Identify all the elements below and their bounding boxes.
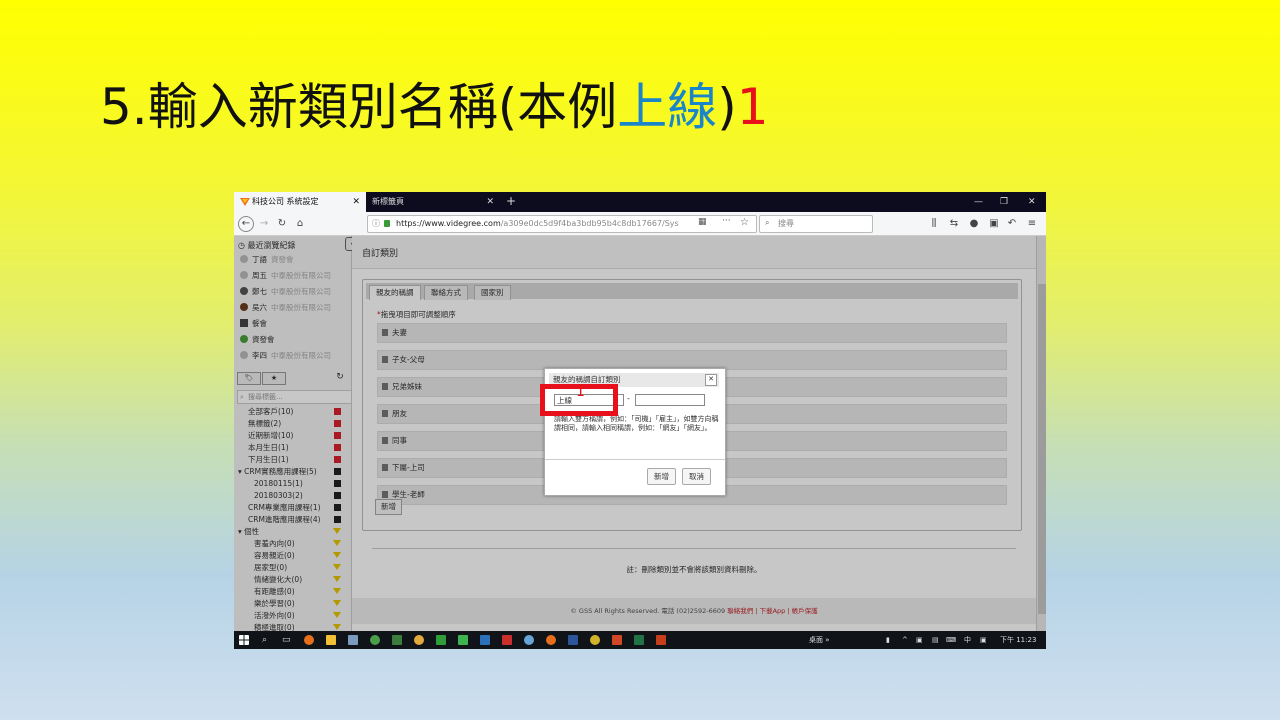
chat-icon[interactable]: ▤: [932, 631, 939, 649]
battery-icon[interactable]: ▮: [886, 631, 890, 649]
vivaldi-icon[interactable]: [502, 635, 512, 645]
powerpoint-icon[interactable]: [656, 635, 666, 645]
windows-start-icon[interactable]: [239, 635, 249, 645]
qr-code-icon[interactable]: ▦: [698, 217, 707, 227]
sync-icon[interactable]: ⇆: [948, 216, 960, 231]
undo-icon[interactable]: ↶: [1006, 216, 1018, 231]
page-content: ◷ 最近瀏覽紀錄 丁語 資發會 周五 中泰股份有限公司 鄭七 中泰股份有限公司 吳六中…: [234, 236, 1046, 631]
file-explorer-icon[interactable]: [326, 635, 336, 645]
title-highlight: 上線: [617, 78, 718, 136]
app-icon[interactable]: [392, 635, 402, 645]
firefox-icon[interactable]: [304, 635, 314, 645]
maximize-button[interactable]: ❐: [1000, 192, 1008, 212]
close-window-button[interactable]: ✕: [1028, 192, 1036, 212]
wechat-icon[interactable]: [458, 635, 468, 645]
slide-title: 5.輸入新類別名稱(本例上線)1: [100, 70, 769, 144]
word-icon[interactable]: [568, 635, 578, 645]
dialog-close-icon[interactable]: ✕: [705, 374, 717, 386]
chat-icon[interactable]: ●: [968, 216, 980, 231]
ime-mode-icon[interactable]: ▣: [980, 631, 987, 649]
task-view-icon[interactable]: ▭: [282, 631, 291, 649]
forward-arrow-icon[interactable]: →: [258, 216, 270, 231]
url-text: https://www.videgree.com/a309e0dc5d9f4ba…: [396, 219, 679, 228]
field-dash: -: [627, 394, 630, 403]
screenshot-icon[interactable]: ▣: [988, 216, 1000, 231]
dialog-hint: 請輸入雙方稱謂，例如：「司機」「雇主」，如雙方向稱謂相同，請輸入相同稱謂，例如：…: [554, 415, 719, 432]
tab-label: 新標籤頁: [372, 197, 404, 206]
nav-bar: ← → ↻ ⌂ ⓘ https://www.videgree.com/a309e…: [234, 212, 1046, 236]
title-main: 5.輸入新類別名稱(本例: [100, 78, 618, 136]
desktop-label[interactable]: 桌面 »: [809, 631, 830, 649]
search-icon[interactable]: ⌕: [262, 631, 267, 649]
firefox-icon[interactable]: [546, 635, 556, 645]
minimize-button[interactable]: —: [974, 192, 983, 212]
clock[interactable]: 下午 11:23: [1000, 631, 1036, 649]
chrome-icon[interactable]: [414, 635, 424, 645]
notepad-icon[interactable]: [348, 635, 358, 645]
windows-taskbar: ⌕ ▭ 桌面 » ▮ ^ ▣ ▤ ⌨ 中 ▣ 下午 11:23: [234, 631, 1046, 649]
dialog-cancel-button[interactable]: 取消: [682, 468, 711, 485]
library-icon[interactable]: ⫼: [928, 216, 940, 231]
new-tab-button[interactable]: +: [506, 192, 516, 210]
title-close: ): [717, 78, 737, 136]
dialog-divider: [545, 459, 725, 460]
tab-close-icon[interactable]: ✕: [352, 192, 360, 212]
title-step: 1: [736, 78, 769, 136]
home-icon[interactable]: ⌂: [294, 216, 306, 231]
calculator-icon[interactable]: [480, 635, 490, 645]
keyboard-icon[interactable]: ⌨: [946, 631, 956, 649]
app-logo-icon: [240, 198, 250, 206]
search-box[interactable]: ⌕ 搜尋: [759, 215, 873, 233]
acrobat-icon[interactable]: [612, 635, 622, 645]
bookmark-star-icon[interactable]: ☆: [740, 217, 749, 228]
search-placeholder: 搜尋: [778, 219, 794, 228]
network-icon[interactable]: ▣: [916, 631, 923, 649]
search-icon: ⌕: [765, 218, 770, 227]
back-arrow-icon[interactable]: ←: [238, 216, 254, 232]
tab-bar: 科技公司 系統設定 ✕ 新標籤頁 ✕ + — ❐ ✕: [234, 192, 1046, 212]
system-tray-up-icon[interactable]: ^: [902, 631, 908, 649]
more-icon[interactable]: ···: [722, 216, 731, 226]
browser-screenshot: 科技公司 系統設定 ✕ 新標籤頁 ✕ + — ❐ ✕ ← → ↻ ⌂ ⓘ htt…: [234, 192, 1046, 649]
tab-close-icon[interactable]: ✕: [486, 192, 494, 212]
tab-new-tab[interactable]: 新標籤頁 ✕: [368, 192, 500, 212]
tab-label: 科技公司 系統設定: [252, 197, 319, 206]
category-name-input-2[interactable]: [635, 394, 705, 406]
highlight-marker: 1: [576, 384, 585, 400]
excel-icon[interactable]: [634, 635, 644, 645]
reload-icon[interactable]: ↻: [276, 216, 288, 231]
tab-system-settings[interactable]: 科技公司 系統設定 ✕: [234, 192, 366, 212]
info-icon[interactable]: ⓘ: [372, 218, 380, 229]
dialog-add-button[interactable]: 新增: [647, 468, 676, 485]
menu-icon[interactable]: ≡: [1026, 216, 1038, 231]
lock-icon: [384, 220, 390, 227]
chrome-icon[interactable]: [524, 635, 534, 645]
line-icon[interactable]: [436, 635, 446, 645]
url-bar[interactable]: ⓘ https://www.videgree.com/a309e0dc5d9f4…: [367, 215, 757, 233]
ime-indicator[interactable]: 中: [964, 631, 971, 649]
chrome-icon[interactable]: [370, 635, 380, 645]
app-icon[interactable]: [590, 635, 600, 645]
